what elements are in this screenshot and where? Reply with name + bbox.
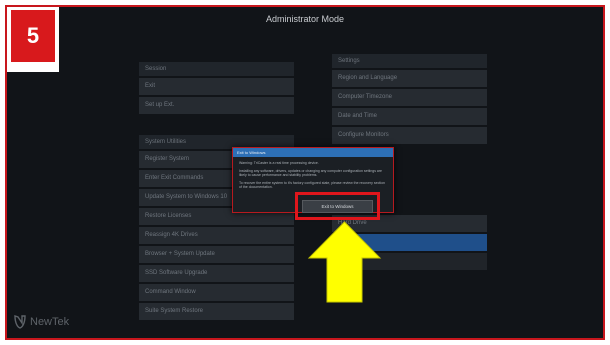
- menu-item-reassign-drives[interactable]: Reassign 4K Drives: [139, 227, 294, 244]
- menu-item-region-language[interactable]: Region and Language: [332, 70, 487, 87]
- menu-item-exit[interactable]: Exit: [139, 78, 294, 95]
- menu-item-command-window[interactable]: Command Window: [139, 284, 294, 301]
- dialog-warning-text: Warning: TriCaster is a real time proces…: [239, 161, 319, 165]
- group-label-settings: Settings: [332, 54, 487, 68]
- window-title: Administrator Mode: [265, 14, 345, 24]
- step-number: 5: [11, 10, 55, 62]
- dialog-title: Exit to Windows: [233, 148, 393, 157]
- newtek-logo: NewTek: [13, 314, 69, 330]
- dialog-install-text: Installing any software, drivers, update…: [239, 168, 382, 178]
- menu-item-timezone[interactable]: Computer Timezone: [332, 89, 487, 106]
- step-badge: 5: [7, 7, 59, 72]
- menu-item-configure-monitors[interactable]: Configure Monitors: [332, 127, 487, 144]
- menu-item-setup[interactable]: Set up Ext.: [139, 97, 294, 114]
- menu-item-date-time[interactable]: Date and Time: [332, 108, 487, 125]
- group-label-session: Session: [139, 62, 294, 76]
- session-group: Session Exit Set up Ext.: [139, 62, 294, 116]
- dialog-body: Warning: TriCaster is a real time proces…: [233, 157, 393, 197]
- logo-text: NewTek: [30, 316, 70, 328]
- app-window: Administrator Mode Session Exit Set up E…: [5, 5, 605, 340]
- settings-group: Settings Region and Language Computer Ti…: [332, 54, 487, 146]
- menu-item-system-restore[interactable]: Suite System Restore: [139, 303, 294, 320]
- menu-item-browser-update[interactable]: Browser + System Update: [139, 246, 294, 263]
- arrow-up-icon: [307, 221, 382, 303]
- exit-to-windows-button[interactable]: Exit to Windows: [302, 200, 373, 213]
- menu-item-ssd-upgrade[interactable]: SSD Software Upgrade: [139, 265, 294, 282]
- newtek-logo-icon: [14, 315, 26, 329]
- dialog-recover-text: To recover the entire system to it's fac…: [239, 180, 385, 190]
